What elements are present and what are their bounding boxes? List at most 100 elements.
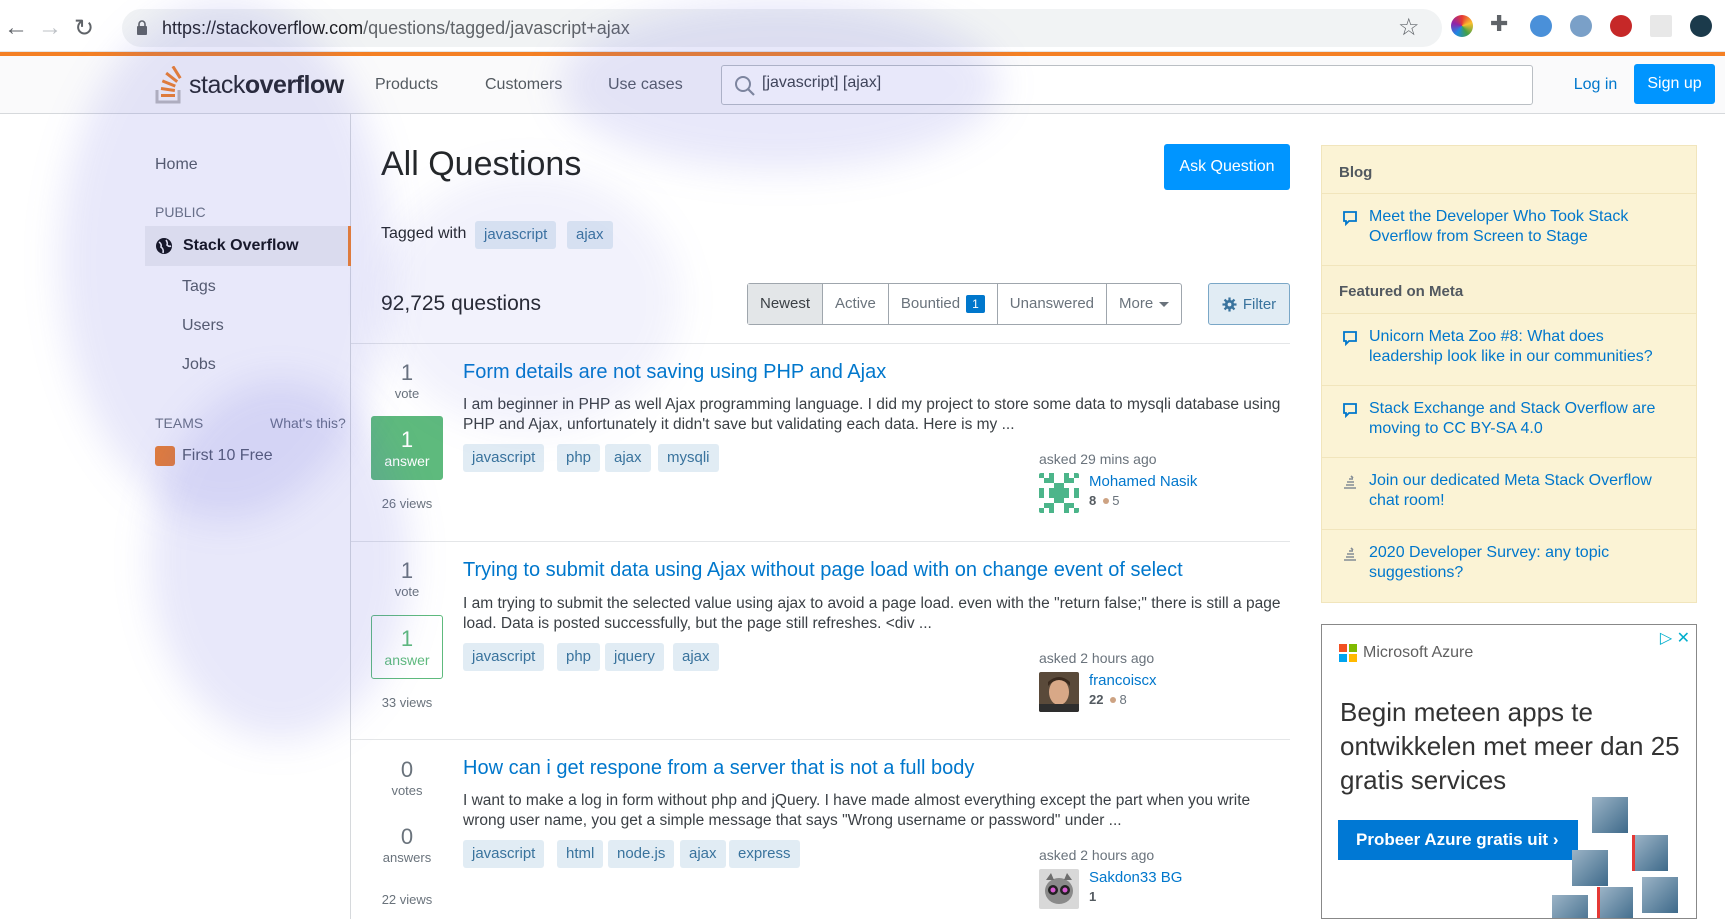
avatar[interactable] <box>1039 473 1079 513</box>
advertisement[interactable]: Microsoft Azure ▷ ✕ Begin meteen apps te… <box>1321 624 1697 919</box>
ad-choices-icon[interactable]: ▷ ✕ <box>1660 628 1690 648</box>
sidebar-section-teams: TEAMS <box>155 415 204 431</box>
tag-ajax[interactable]: ajax <box>605 444 651 472</box>
tab-newest[interactable]: Newest <box>748 284 824 324</box>
sidebar-item-jobs[interactable]: Jobs <box>182 356 216 374</box>
sort-tabs: Newest Active Bountied 1 Unanswered More <box>747 283 1183 325</box>
gear-icon <box>1222 296 1237 312</box>
ad-cta-button[interactable]: Probeer Azure gratis uit › <box>1338 820 1578 860</box>
question-title-link[interactable]: How can i get respone from a server that… <box>463 757 974 780</box>
asked-time: asked 29 mins ago <box>1039 451 1157 467</box>
tag-ajax[interactable]: ajax <box>567 221 613 249</box>
question-count: 92,725 questions <box>381 292 541 315</box>
blog-post-link[interactable]: Meet the Developer Who Took Stack Overfl… <box>1322 194 1696 266</box>
stack-logo-icon <box>155 66 182 104</box>
cube-graphic <box>1552 895 1588 918</box>
answer-count: 1 answer <box>371 615 443 679</box>
view-count: 26 views <box>381 496 433 511</box>
sidebar-section-public: PUBLIC <box>155 204 206 220</box>
tag-javascript[interactable]: javascript <box>463 444 545 472</box>
sidebar-item-tags[interactable]: Tags <box>182 278 216 296</box>
ask-question-button[interactable]: Ask Question <box>1164 144 1290 190</box>
vote-count: 1 vote <box>394 558 420 599</box>
nav-use-cases[interactable]: Use cases <box>608 76 683 94</box>
cube-graphic <box>1592 797 1628 833</box>
tab-bountied[interactable]: Bountied 1 <box>889 284 998 324</box>
tag-jquery[interactable]: jquery <box>605 643 664 671</box>
featured-on-meta-heading: Featured on Meta <box>1322 266 1696 314</box>
tag-ajax[interactable]: ajax <box>680 840 726 868</box>
sidebar-item-first-10-free[interactable]: First 10 Free <box>182 447 273 465</box>
answer-count: 0 answers <box>382 824 432 865</box>
tab-more[interactable]: More <box>1107 284 1181 324</box>
meta-post-link[interactable]: Join our dedicated Meta Stack Overflow c… <box>1322 458 1696 530</box>
extension-color-icon[interactable] <box>1451 15 1473 37</box>
bounty-count-badge: 1 <box>966 295 985 313</box>
sidebar-item-home[interactable]: Home <box>155 156 198 174</box>
extension-blank-icon[interactable] <box>1650 15 1672 37</box>
cube-graphic <box>1632 835 1668 871</box>
view-count: 22 views <box>381 892 433 907</box>
blog-heading: Blog <box>1322 146 1696 194</box>
cube-graphic <box>1572 850 1608 886</box>
tag-javascript[interactable]: javascript <box>475 221 557 249</box>
avatar[interactable] <box>1039 672 1079 712</box>
tag-html[interactable]: html <box>557 840 604 868</box>
signup-button[interactable]: Sign up <box>1634 64 1715 104</box>
question-summary: 0 votes 0 answers 22 views How can i get… <box>351 739 1290 919</box>
extension-dark-icon[interactable] <box>1690 15 1712 37</box>
sidebar-item-stack-overflow[interactable]: Stack Overflow <box>145 226 351 266</box>
ad-brand: Microsoft Azure <box>1339 644 1473 662</box>
reload-icon[interactable]: ↻ <box>74 14 94 43</box>
bronze-badge-icon <box>1103 498 1110 504</box>
tag-javascript[interactable]: javascript <box>463 643 545 671</box>
speech-bubble-icon <box>1343 331 1357 346</box>
question-title-link[interactable]: Trying to submit data using Ajax without… <box>463 559 1183 582</box>
tag-mysqli[interactable]: mysqli <box>658 444 719 472</box>
sidebar-item-users[interactable]: Users <box>182 317 224 335</box>
cube-graphic <box>1642 877 1678 913</box>
extension-move-icon[interactable]: ✚ <box>1490 11 1512 36</box>
meta-post-link[interactable]: 2020 Developer Survey: any topic suggest… <box>1322 530 1696 602</box>
user-name-link[interactable]: Sakdon33 BG <box>1089 869 1182 886</box>
browser-toolbar: ← → ↻ https://stackoverflow.com/question… <box>0 0 1725 52</box>
filter-button[interactable]: Filter <box>1208 283 1290 325</box>
address-bar[interactable]: https://stackoverflow.com/questions/tagg… <box>122 9 1442 47</box>
meta-post-link[interactable]: Stack Exchange and Stack Overflow are mo… <box>1322 386 1696 458</box>
speech-bubble-icon <box>1343 211 1357 226</box>
tab-active[interactable]: Active <box>823 284 889 324</box>
user-name-link[interactable]: Mohamed Nasik <box>1089 473 1197 490</box>
meta-post-link[interactable]: Unicorn Meta Zoo #8: What does leadershi… <box>1322 314 1696 386</box>
tag-ajax[interactable]: ajax <box>673 643 719 671</box>
extension-drop-icon[interactable] <box>1530 15 1552 37</box>
login-button[interactable]: Log in <box>1555 64 1636 104</box>
forward-arrow-icon[interactable]: → <box>38 14 62 42</box>
question-summary: 1 vote 1 answer 26 views Form details ar… <box>351 343 1290 540</box>
blog-widget: Blog Meet the Developer Who Took Stack O… <box>1321 145 1697 603</box>
stackoverflow-logo[interactable]: stackoverflow <box>155 64 344 106</box>
question-summary: 1 vote 1 answer 33 views Trying to submi… <box>351 541 1290 739</box>
extension-circle-icon[interactable] <box>1570 15 1592 37</box>
nav-products[interactable]: Products <box>375 76 438 94</box>
question-excerpt: I am trying to submit the selected value… <box>463 595 1281 632</box>
microsoft-logo-icon <box>1339 644 1357 662</box>
whats-this-link[interactable]: What's this? <box>270 415 346 431</box>
search-input[interactable] <box>762 74 1502 92</box>
url-text: https://stackoverflow.com/questions/tagg… <box>162 18 630 38</box>
user-name-link[interactable]: francoiscx <box>1089 672 1157 689</box>
tag-express[interactable]: express <box>729 840 800 868</box>
vote-count: 0 votes <box>391 757 423 798</box>
nav-customers[interactable]: Customers <box>485 76 562 94</box>
tab-unanswered[interactable]: Unanswered <box>998 284 1108 324</box>
avatar[interactable] <box>1039 869 1079 909</box>
tag-php[interactable]: php <box>557 643 601 671</box>
question-title-link[interactable]: Form details are not saving using PHP an… <box>463 361 886 384</box>
tag-javascript[interactable]: javascript <box>463 840 545 868</box>
back-arrow-icon[interactable]: ← <box>4 14 28 42</box>
tag-nodejs[interactable]: node.js <box>608 840 675 868</box>
cube-graphic <box>1597 887 1633 918</box>
extension-m-icon[interactable] <box>1610 15 1632 37</box>
bookmark-star-icon[interactable]: ☆ <box>1398 13 1420 42</box>
search-box[interactable] <box>721 65 1533 105</box>
tag-php[interactable]: php <box>557 444 601 472</box>
